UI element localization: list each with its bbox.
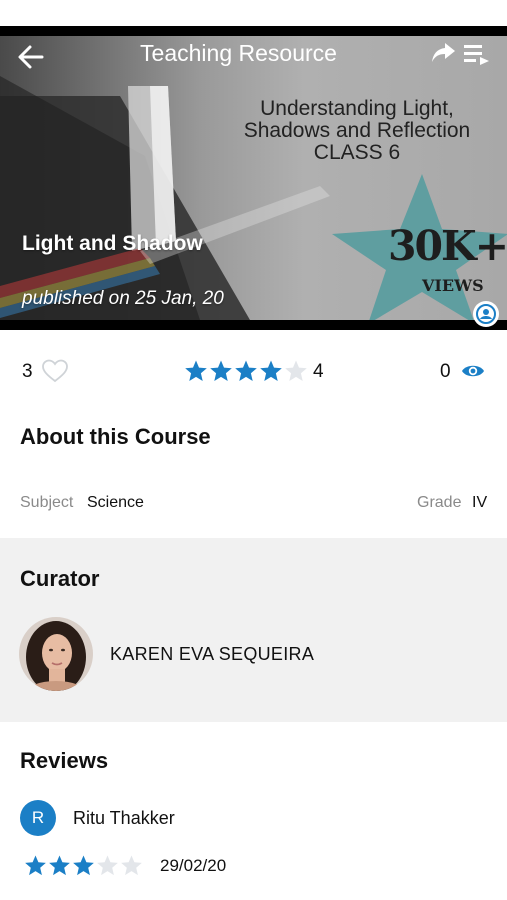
subject-label: Subject [20,494,74,511]
subject-value: Science [87,494,144,511]
star-filled-icon [260,360,282,381]
star-filled-icon [210,360,232,381]
course-title: Light and Shadow [22,232,203,255]
rating-value: 4 [313,361,324,382]
course-cover-image: Understanding Light, Shadows and Reflect… [0,36,507,320]
published-date: published on 25 Jan, 20 [22,288,224,309]
curator-name[interactable]: KAREN EVA SEQUEIRA [110,644,314,665]
views-count: 0 [440,361,451,382]
poster-line-2: Shadows and Reflection [243,119,471,142]
eye-icon [462,365,484,377]
about-heading: About this Course [20,424,211,449]
profile-badge-icon[interactable] [472,300,500,328]
review-rating-stars [24,854,144,877]
star-filled-icon [49,855,70,876]
grade-label: Grade [417,494,462,511]
poster-text: Understanding Light, Shadows and Reflect… [212,98,502,164]
reviews-heading: Reviews [20,748,109,773]
poster-line-1: Understanding Light, [260,97,454,120]
page-title: Teaching Resource [140,40,337,66]
poster-line-3: CLASS 6 [313,141,401,164]
curator-heading: Curator [20,566,100,591]
star-empty-icon [121,855,142,876]
status-bar-spacer [0,0,507,26]
star-filled-icon [25,855,46,876]
star-filled-icon [185,360,207,381]
share-icon[interactable] [430,40,456,66]
rating-stars [184,359,309,383]
star-filled-icon [73,855,94,876]
star-empty-icon [97,855,118,876]
grade-value: IV [472,494,488,511]
playlist-icon[interactable] [462,42,490,68]
curator-avatar[interactable] [19,617,93,691]
review-date: 29/02/20 [160,856,227,875]
views-badge-label: VIEWS [422,276,484,295]
views-badge-count: 30K+ [388,222,507,270]
star-empty-icon [285,360,307,381]
reviewer-avatar: R [20,800,56,836]
star-filled-icon [235,360,257,381]
likes-count: 3 [22,361,33,382]
course-hero: Understanding Light, Shadows and Reflect… [0,26,507,330]
reviewer-name: Ritu Thakker [73,808,175,828]
heart-icon[interactable] [41,358,69,384]
curator-photo [19,617,93,691]
curator-section: Curator KAREN EVA SEQUEIRA [0,538,507,722]
course-stats-bar: 3 4 0 [0,353,507,389]
